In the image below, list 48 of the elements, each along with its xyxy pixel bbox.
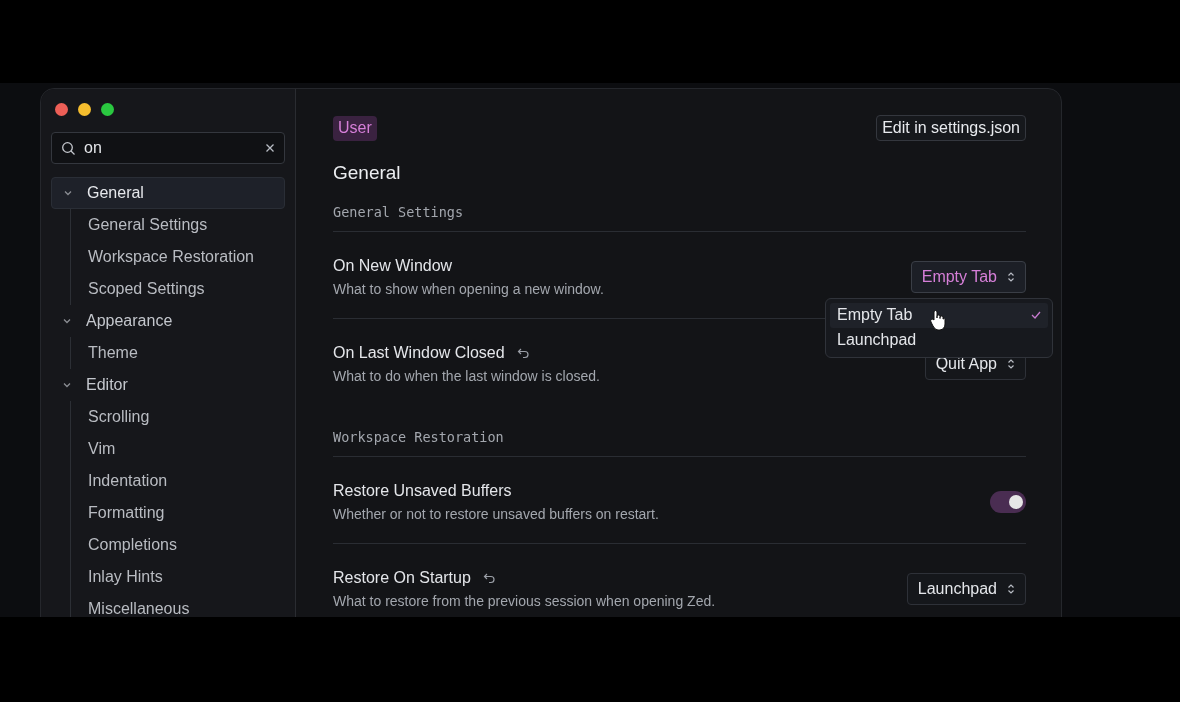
- sidebar-group-item[interactable]: Editor: [51, 369, 285, 401]
- close-window-icon[interactable]: [55, 103, 68, 116]
- reset-icon[interactable]: [482, 572, 496, 584]
- toggle-switch[interactable]: [990, 491, 1026, 513]
- page-title: General: [333, 161, 402, 185]
- select-button[interactable]: Launchpad: [906, 573, 1026, 605]
- chevron-icon[interactable]: [62, 380, 72, 390]
- section-heading: Workspace Restoration: [333, 426, 1026, 457]
- minimize-window-icon[interactable]: [78, 103, 91, 116]
- edit-settings-button[interactable]: Edit in settings.json: [876, 115, 1026, 141]
- setting-title: Restore Unsaved Buffers: [333, 481, 512, 501]
- dropdown-option[interactable]: Empty Tab: [830, 302, 1048, 328]
- sidebar-item[interactable]: Completions: [88, 529, 285, 561]
- sidebar-item[interactable]: Formatting: [88, 497, 285, 529]
- sidebar-item[interactable]: Vim: [88, 433, 285, 465]
- clear-icon[interactable]: [265, 143, 275, 153]
- sidebar-item[interactable]: Indentation: [88, 465, 285, 497]
- chevron-icon[interactable]: [62, 316, 72, 326]
- sidebar-group-item[interactable]: General: [51, 177, 285, 209]
- up-down-chevron-icon: [1007, 583, 1015, 595]
- setting-title: Restore On Startup: [333, 568, 471, 588]
- search-field[interactable]: on: [51, 132, 285, 164]
- sidebar-item[interactable]: Workspace Restoration: [88, 241, 285, 273]
- up-down-chevron-icon: [1007, 270, 1015, 283]
- search-icon: [61, 140, 76, 156]
- section-heading: General Settings: [333, 201, 1026, 232]
- setting-description: What to do when the last window is closed.: [333, 366, 600, 386]
- sidebar-item[interactable]: Scrolling: [88, 401, 285, 433]
- setting-title: On New Window: [333, 255, 453, 276]
- setting-description: Whether or not to restore unsaved buffers on restart.: [333, 505, 659, 524]
- scope-badge: User: [333, 115, 377, 141]
- maximize-window-icon[interactable]: [101, 103, 114, 116]
- setting-description: What to restore from the previous session when opening Zed.: [333, 592, 716, 611]
- sidebar-item[interactable]: Theme: [88, 337, 285, 369]
- up-down-chevron-icon: [1007, 357, 1015, 370]
- sidebar-item[interactable]: General Settings: [88, 209, 285, 241]
- sidebar-group-item[interactable]: Appearance: [51, 305, 285, 337]
- setting-title: On Last Window Closed: [333, 342, 505, 363]
- sidebar-item[interactable]: Miscellaneous: [88, 593, 285, 617]
- select-button[interactable]: Empty Tab: [910, 260, 1026, 293]
- chevron-icon[interactable]: [63, 188, 73, 198]
- search-input[interactable]: on: [84, 136, 257, 160]
- hand-cursor-icon: [930, 308, 946, 331]
- sidebar-item[interactable]: Inlay Hints: [88, 561, 285, 593]
- setting-description: What to show when opening a new window.: [333, 279, 604, 299]
- check-icon: [1031, 311, 1041, 320]
- sidebar-item[interactable]: Scoped Settings: [88, 273, 285, 305]
- reset-icon[interactable]: [516, 346, 530, 359]
